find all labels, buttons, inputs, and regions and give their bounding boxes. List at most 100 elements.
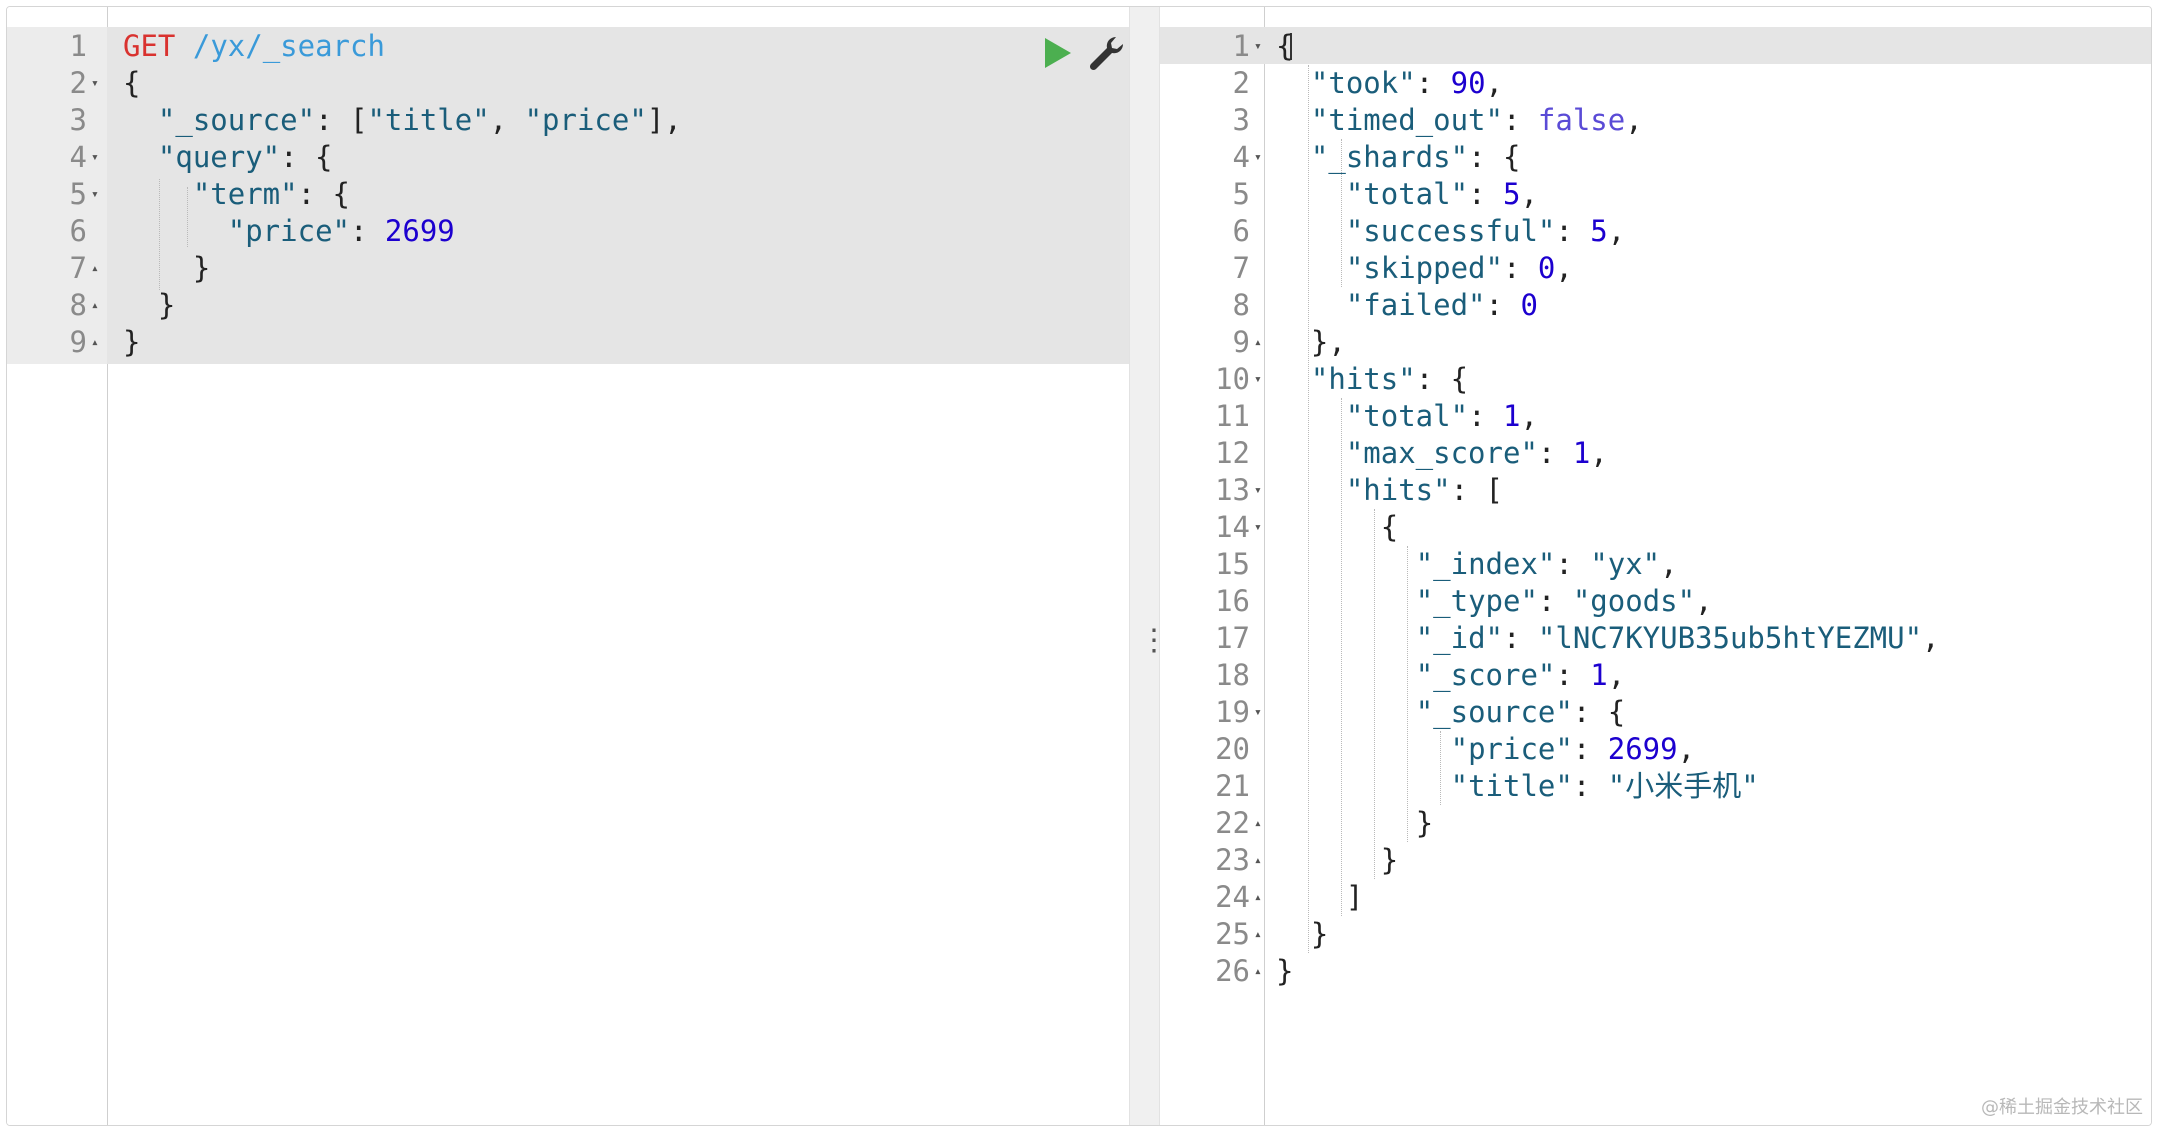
fold-toggle[interactable]: ▾ (91, 139, 99, 176)
fold-toggle[interactable]: ▴ (1254, 916, 1262, 953)
response-line-2[interactable]: 2 "took": 90, (1160, 65, 2151, 102)
code-text: { (1276, 28, 1293, 65)
fold-toggle[interactable]: ▾ (1254, 509, 1262, 546)
response-line-7[interactable]: 7 "skipped": 0, (1160, 250, 2151, 287)
request-line-6[interactable]: 6 "price": 2699 (7, 213, 1129, 250)
response-line-8[interactable]: 8 "failed": 0 (1160, 287, 2151, 324)
fold-toggle[interactable]: ▾ (1254, 694, 1262, 731)
response-line-21[interactable]: 21 "title": "小米手机" (1160, 768, 2151, 805)
fold-toggle[interactable]: ▴ (91, 287, 99, 324)
json-key: "skipped" (1345, 251, 1503, 285)
request-line-2[interactable]: 2 ▾ { (7, 65, 1129, 102)
request-editor[interactable]: 1 GET /yx/_search 2 ▾ { 3 "_source": ["t… (7, 7, 1129, 1125)
code-text: "_source": { (1415, 695, 1626, 729)
json-key: "price" (1450, 732, 1573, 766)
response-line-24[interactable]: 24 ▴ ] (1160, 879, 2151, 916)
response-line-25[interactable]: 25 ▴ } (1160, 916, 2151, 953)
json-value: } (1276, 954, 1294, 988)
code-text: "_id": "lNC7KYUB35ub5htYEZMU", (1415, 621, 1940, 655)
json-value: { (1276, 29, 1294, 63)
response-line-17[interactable]: 17 "_id": "lNC7KYUB35ub5htYEZMU", (1160, 620, 2151, 657)
json-value: [ (1485, 473, 1503, 507)
line-number: 1 (69, 29, 87, 63)
line-number: 18 (1215, 658, 1250, 692)
response-line-23[interactable]: 23 ▴ } (1160, 842, 2151, 879)
fold-toggle[interactable]: ▾ (1254, 28, 1262, 65)
request-line-3[interactable]: 3 "_source": ["title", "price"], (7, 102, 1129, 139)
line-number: 9 (69, 325, 87, 359)
json-value: "goods" (1572, 584, 1696, 618)
response-line-1[interactable]: 1 ▾ { (1160, 28, 2151, 65)
response-line-16[interactable]: 16 "_type": "goods", (1160, 583, 2151, 620)
code-text: "_shards": { (1310, 140, 1521, 174)
code-text: } (1276, 805, 1433, 842)
json-key: "total" (1345, 177, 1469, 211)
response-line-9[interactable]: 9 ▴ }, (1160, 324, 2151, 361)
line-number: 25 (1215, 917, 1250, 951)
json-value: { (1380, 510, 1399, 544)
request-line-5[interactable]: 5 ▾ "term": { (7, 176, 1129, 213)
fold-toggle[interactable]: ▴ (1254, 805, 1262, 842)
json-key: "successful" (1345, 214, 1556, 248)
fold-toggle[interactable]: ▴ (1254, 879, 1262, 916)
json-value: 0 (1537, 251, 1556, 285)
line-number: 7 (69, 251, 87, 285)
json-key: "_shards" (1310, 140, 1469, 174)
code-text: "max_score": 1, (1345, 436, 1608, 470)
fold-toggle[interactable]: ▴ (1254, 953, 1262, 990)
fold-toggle[interactable]: ▾ (91, 176, 99, 213)
fold-toggle[interactable]: ▾ (1254, 472, 1262, 509)
json-value: "lNC7KYUB35ub5htYEZMU" (1537, 621, 1923, 655)
request-line-9[interactable]: 9 ▴ } (7, 324, 1129, 361)
fold-toggle[interactable]: ▴ (1254, 324, 1262, 361)
pane-splitter[interactable]: ⋮ (1129, 7, 1169, 1125)
send-request-button[interactable] (1037, 33, 1077, 73)
response-line-3[interactable]: 3 "timed_out": false, (1160, 102, 2151, 139)
line-number: 15 (1215, 547, 1250, 581)
request-line-7[interactable]: 7 ▴ } (7, 250, 1129, 287)
line-number: 2 (69, 66, 87, 100)
response-line-4[interactable]: 4 ▾ "_shards": { (1160, 139, 2151, 176)
response-line-26[interactable]: 26 ▴} (1160, 953, 2151, 990)
json-value: } (1380, 843, 1399, 877)
line-number: 3 (69, 103, 87, 137)
fold-toggle[interactable]: ▴ (91, 250, 99, 287)
line-number: 20 (1215, 732, 1250, 766)
response-viewer[interactable]: 1 ▾{2 "took": 90, 3 "timed_out": false, 4 ▾ … (1160, 7, 2151, 1125)
json-key: "timed_out" (1310, 103, 1503, 137)
request-line-8[interactable]: 8 ▴ } (7, 287, 1129, 324)
code-text: "price": 2699, (1450, 732, 1696, 766)
response-line-19[interactable]: 19 ▾ "_source": { (1160, 694, 2151, 731)
response-line-5[interactable]: 5 "total": 5, (1160, 176, 2151, 213)
json-value: } (1415, 806, 1434, 840)
response-line-22[interactable]: 22 ▴ } (1160, 805, 2151, 842)
fold-toggle[interactable]: ▴ (1254, 842, 1262, 879)
code-text: "failed": 0 (1345, 288, 1538, 322)
response-line-6[interactable]: 6 "successful": 5, (1160, 213, 2151, 250)
json-value: false (1537, 103, 1626, 137)
json-key: "failed" (1345, 288, 1486, 322)
json-key: "_type" (1415, 584, 1538, 618)
response-line-12[interactable]: 12 "max_score": 1, (1160, 435, 2151, 472)
line-number: 1 (1232, 29, 1250, 63)
response-line-14[interactable]: 14 ▾ { (1160, 509, 2151, 546)
code-text: "timed_out": false, (1310, 103, 1643, 137)
response-line-10[interactable]: 10 ▾ "hits": { (1160, 361, 2151, 398)
response-line-11[interactable]: 11 "total": 1, (1160, 398, 2151, 435)
request-line-1[interactable]: 1 GET /yx/_search (7, 28, 1129, 65)
fold-toggle[interactable]: ▾ (1254, 139, 1262, 176)
response-line-18[interactable]: 18 "_score": 1, (1160, 657, 2151, 694)
request-line-4[interactable]: 4 ▾ "query": { (7, 139, 1129, 176)
code-text: { (1276, 509, 1398, 546)
code-text: } (1276, 916, 1328, 953)
json-key: "hits" (1345, 473, 1451, 507)
settings-wrench-button[interactable] (1087, 33, 1127, 73)
fold-toggle[interactable]: ▴ (91, 324, 99, 361)
drag-handle-icon[interactable]: ⋮ (1139, 626, 1169, 656)
response-line-20[interactable]: 20 "price": 2699, (1160, 731, 2151, 768)
response-line-15[interactable]: 15 "_index": "yx", (1160, 546, 2151, 583)
response-line-13[interactable]: 13 ▾ "hits": [ (1160, 472, 2151, 509)
fold-toggle[interactable]: ▾ (1254, 361, 1262, 398)
fold-toggle[interactable]: ▾ (91, 65, 99, 102)
line-number: 5 (1232, 177, 1250, 211)
